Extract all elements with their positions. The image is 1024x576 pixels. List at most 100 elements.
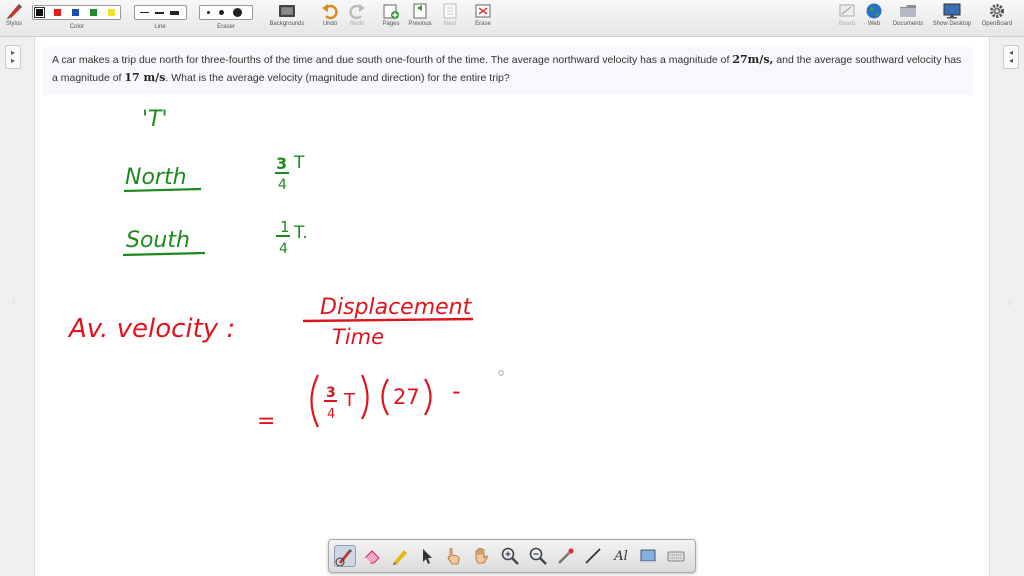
left-sidebar: ▸ ▸ ⋮ <box>0 37 35 576</box>
t-label: 'T' <box>142 107 168 132</box>
line-thin-option[interactable] <box>140 12 149 13</box>
left-panel-grip-icon[interactable]: ⋮ <box>10 299 17 307</box>
displacement-label: Displacement <box>320 295 473 320</box>
zoom-in-icon <box>501 547 519 565</box>
select-tool-button[interactable] <box>416 545 438 567</box>
average-velocity-label: Av. velocity : <box>67 314 235 344</box>
right-paren-2 <box>424 378 432 416</box>
board-icon <box>838 2 856 20</box>
add-page-icon <box>382 2 400 20</box>
pen-tool-button[interactable] <box>334 545 356 567</box>
openboard-menu-button[interactable]: OpenBoard <box>979 2 1015 27</box>
top-toolbar: Stylus Color Line Eraser Backgrounds Und… <box>0 0 1024 37</box>
chevron-left-icon: ◂ <box>1008 56 1013 65</box>
eraser-tool-button[interactable] <box>361 545 383 567</box>
show-desktop-button[interactable]: Show Desktop <box>931 2 973 27</box>
handwriting-layer: 'T' North 3 4 T South 1 4 T. Av. velocit… <box>67 107 504 434</box>
board-button[interactable]: Board <box>836 2 858 27</box>
backgrounds-button[interactable]: Backgrounds <box>267 2 307 27</box>
hand-icon <box>475 548 488 564</box>
globe-icon <box>865 2 883 20</box>
time-label: Time <box>332 325 384 349</box>
capture-tool-button[interactable] <box>637 545 659 567</box>
desktop-icon <box>943 2 961 20</box>
stylus-button[interactable]: Stylus <box>4 2 24 27</box>
zoom-in-button[interactable] <box>499 545 521 567</box>
right-panel-grip-icon[interactable]: ⋮ <box>1006 299 1013 307</box>
highlighter-tool-button[interactable] <box>389 545 411 567</box>
backgrounds-icon <box>278 2 296 20</box>
erase-button[interactable]: Erase <box>472 2 494 27</box>
right-panel-toggle[interactable]: ◂ ◂ <box>1003 45 1019 69</box>
stylus-icon <box>5 2 23 20</box>
next-page-icon <box>441 2 459 20</box>
pen-icon <box>335 549 352 566</box>
whiteboard-canvas[interactable]: A car makes a trip due north for three-f… <box>35 37 989 576</box>
right-paren-1 <box>360 374 369 420</box>
color-swatch-green[interactable] <box>90 9 97 16</box>
line-width-selector <box>134 5 187 20</box>
line-thick-option[interactable] <box>170 10 179 15</box>
undo-button[interactable]: Undo <box>320 2 340 27</box>
north-fraction-denominator: 4 <box>278 177 287 193</box>
eraser-size-selector <box>199 5 253 20</box>
zoom-out-icon <box>529 547 547 565</box>
line-medium-option[interactable] <box>155 11 164 14</box>
gear-icon <box>988 2 1006 20</box>
expr-fraction-denominator: 4 <box>327 407 335 422</box>
documents-button[interactable]: Documents <box>890 2 926 27</box>
redo-button[interactable]: Redo <box>347 2 367 27</box>
eraser-medium-option[interactable] <box>219 10 224 15</box>
drawing-tools-bar: Al <box>328 539 696 573</box>
pages-button[interactable]: Pages <box>380 2 402 27</box>
expr-fraction-numerator: 3 <box>326 385 336 401</box>
laser-pointer-button[interactable] <box>555 545 577 567</box>
color-swatch-blue[interactable] <box>72 9 79 16</box>
capture-icon <box>640 549 656 563</box>
south-fraction-denominator: 4 <box>279 241 288 257</box>
color-swatch-yellow[interactable] <box>108 9 115 16</box>
folder-icon <box>899 2 917 20</box>
left-paren-2 <box>381 378 389 416</box>
south-label: South <box>126 228 190 253</box>
color-palette <box>32 5 121 20</box>
highlighter-icon <box>393 550 407 565</box>
left-paren-1 <box>310 374 319 428</box>
pointing-hand-icon <box>447 548 460 565</box>
south-fraction-numerator: 1 <box>280 218 290 236</box>
line-label: Line <box>154 24 166 30</box>
eraser-small-option[interactable] <box>207 11 210 14</box>
color-swatch-black[interactable] <box>34 7 45 18</box>
expr-value-27: 27 <box>393 385 420 409</box>
hand-tool-button[interactable] <box>470 545 492 567</box>
eraser-icon <box>364 550 380 564</box>
arrow-cursor-icon <box>423 549 432 564</box>
interact-tool-button[interactable] <box>443 545 465 567</box>
previous-page-button[interactable]: Previous <box>406 2 434 27</box>
text-tool-label: Al <box>614 548 628 564</box>
redo-icon <box>348 2 366 20</box>
next-page-button[interactable]: Next <box>440 2 460 27</box>
text-tool-button[interactable]: Al <box>610 545 632 567</box>
virtual-keyboard-button[interactable] <box>665 545 687 567</box>
line-tool-button[interactable] <box>582 545 604 567</box>
laser-pointer-icon <box>558 548 574 564</box>
eraser-large-option[interactable] <box>233 8 242 17</box>
color-label: Color <box>69 24 85 30</box>
zoom-out-button[interactable] <box>527 545 549 567</box>
web-button[interactable]: Web <box>864 2 884 27</box>
expr-time-t: T <box>343 390 356 411</box>
expr-minus: - <box>452 377 461 405</box>
equals-sign: = <box>257 409 275 434</box>
line-icon <box>585 548 601 564</box>
north-time-t: T <box>293 153 305 173</box>
eraser-label: Eraser <box>217 24 235 30</box>
north-fraction-numerator: 3 <box>276 154 287 173</box>
erase-page-icon <box>474 2 492 20</box>
undo-icon <box>321 2 339 20</box>
right-sidebar: ◂ ◂ ⋮ <box>989 37 1024 576</box>
south-underline <box>122 251 206 257</box>
color-swatch-red[interactable] <box>54 9 61 16</box>
left-panel-toggle[interactable]: ▸ ▸ <box>5 45 21 69</box>
south-time-t: T. <box>293 223 308 243</box>
